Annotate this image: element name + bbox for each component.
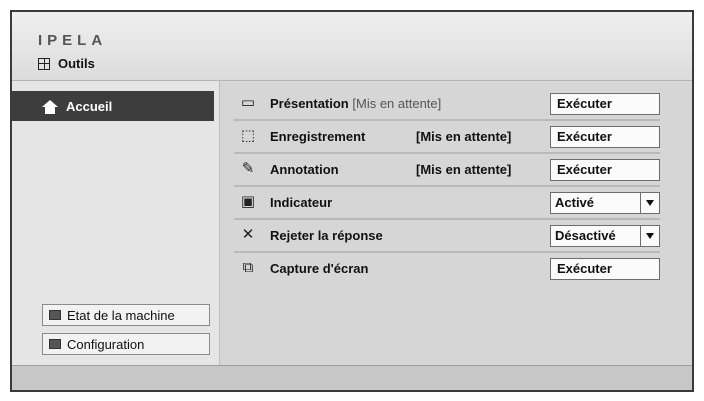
execute-button[interactable]: Exécuter — [550, 159, 660, 181]
row-title: Présentation — [270, 96, 349, 111]
top-bar: IPELA Outils — [12, 12, 692, 80]
annotation-icon: ✎ — [241, 160, 255, 177]
indicator-select[interactable]: Activé — [550, 192, 660, 214]
execute-button[interactable]: Exécuter — [550, 126, 660, 148]
row-title: Enregistrement — [270, 129, 366, 144]
tools-label: Outils — [58, 56, 95, 71]
row-rejeter-reponse: ✕ Rejeter la réponse Désactivé — [234, 220, 660, 253]
row-title: Capture d'écran — [270, 261, 369, 276]
chevron-down-icon[interactable] — [640, 193, 659, 213]
chevron-down-icon[interactable] — [640, 226, 659, 246]
execute-button[interactable]: Exécuter — [550, 93, 660, 115]
row-enregistrement: ⬚ Enregistrement [Mis en attente] Exécut… — [234, 121, 660, 154]
reject-response-select[interactable]: Désactivé — [550, 225, 660, 247]
row-annotation: ✎ Annotation [Mis en attente] Exécuter — [234, 154, 660, 187]
record-icon: ⬚ — [240, 127, 256, 144]
indicator-icon: ▣ — [240, 193, 256, 210]
select-value: Activé — [555, 195, 595, 210]
reject-icon: ✕ — [241, 226, 255, 243]
machine-status-button[interactable]: Etat de la machine — [42, 304, 210, 326]
machine-status-icon — [49, 310, 61, 320]
sidebar: Accueil Etat de la machine Configuration — [12, 81, 220, 368]
main-content: ▭ Présentation [Mis en attente] Exécuter… — [234, 88, 660, 286]
row-status: [Mis en attente] — [352, 96, 442, 111]
bottom-bar — [12, 365, 692, 390]
configuration-icon — [49, 339, 61, 349]
button-label: Etat de la machine — [67, 307, 175, 323]
row-capture-ecran: ⧉ Capture d'écran Exécuter — [234, 253, 660, 286]
row-presentation: ▭ Présentation [Mis en attente] Exécuter — [234, 88, 660, 121]
configuration-button[interactable]: Configuration — [42, 333, 210, 355]
row-title: Rejeter la réponse — [270, 228, 383, 243]
execute-button[interactable]: Exécuter — [550, 258, 660, 280]
tools-heading: Outils — [38, 56, 95, 71]
row-title: Annotation — [270, 162, 339, 177]
sidebar-item-label: Accueil — [66, 98, 113, 114]
presentation-icon: ▭ — [240, 94, 256, 111]
select-value: Désactivé — [555, 228, 616, 243]
app-window: IPELA Outils Accueil Etat de la machine … — [10, 10, 694, 392]
screenshot-icon: ⧉ — [242, 259, 254, 276]
grid-icon — [38, 57, 50, 70]
row-status: [Mis en attente] — [416, 162, 512, 177]
row-indicateur: ▣ Indicateur Activé — [234, 187, 660, 220]
home-icon — [42, 99, 58, 114]
row-title: Indicateur — [270, 195, 333, 210]
brand-logo: IPELA — [38, 32, 108, 49]
row-label: Présentation [Mis en attente] — [270, 96, 441, 111]
button-label: Configuration — [67, 336, 145, 352]
row-status: [Mis en attente] — [416, 129, 512, 144]
sidebar-item-accueil[interactable]: Accueil — [12, 91, 214, 121]
